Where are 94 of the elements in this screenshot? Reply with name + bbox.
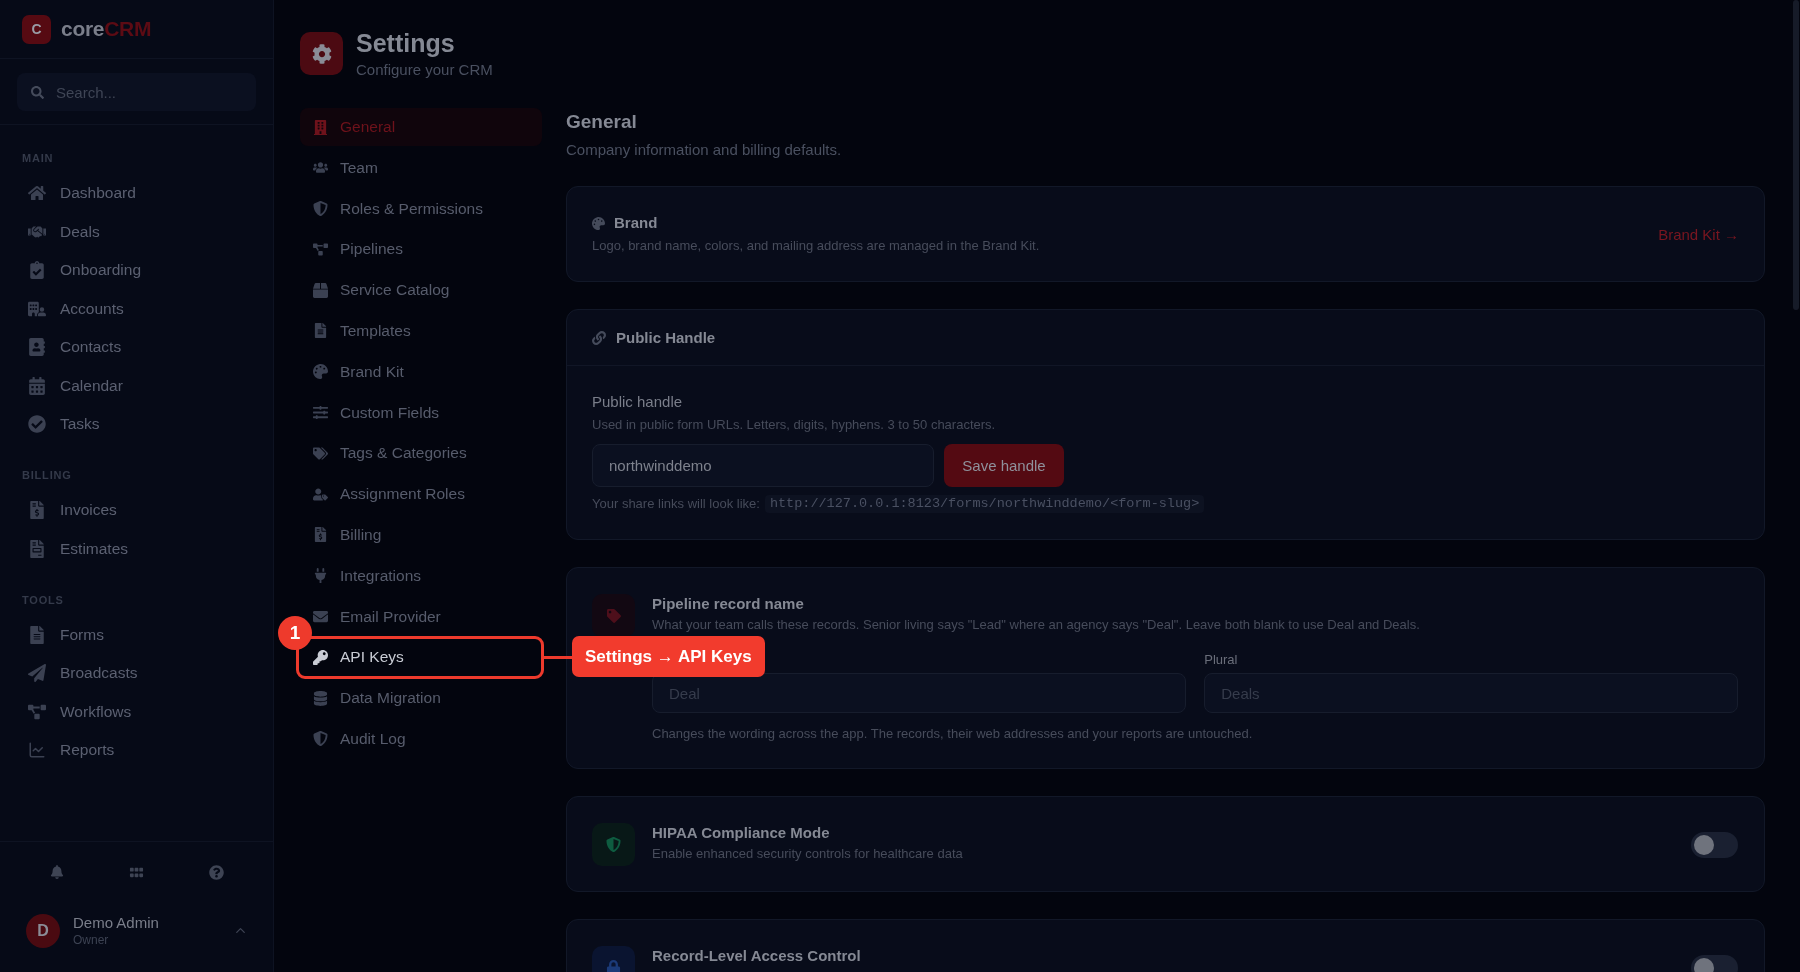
settings-nav-item[interactable]: Templates <box>313 321 411 341</box>
user-role: Owner <box>73 932 110 948</box>
sidebar-nav-item[interactable]: Invoices <box>28 500 117 521</box>
diagram-icon <box>313 241 328 257</box>
people-icon <box>313 160 328 176</box>
step-badge: 1 <box>278 616 312 651</box>
settings-nav-item[interactable]: Assignment Roles <box>313 484 465 505</box>
sidebar-nav-item[interactable]: Reports <box>28 740 115 761</box>
shield-icon <box>592 823 635 866</box>
settings-nav-item[interactable]: Pipelines <box>313 239 403 260</box>
card-title: Public Handle <box>616 327 716 348</box>
connector-line <box>544 655 572 659</box>
document-icon <box>28 539 46 558</box>
invoice-icon <box>313 527 328 543</box>
settings-nav-item[interactable]: Service Catalog <box>313 280 450 301</box>
card-description: What your team calls these records. Senior living says "Lead" where an agency says "Deal". Leave both blank to use Deal and Deals. <box>652 616 1421 634</box>
palette-icon <box>313 364 328 380</box>
building-icon <box>313 119 328 135</box>
sidebar-nav-item[interactable]: Dashboard <box>28 183 136 204</box>
palette-icon <box>592 216 605 230</box>
settings-nav-item[interactable]: Integrations <box>313 565 421 586</box>
card-description: Enable enhanced security controls for healthcare data <box>652 845 964 863</box>
link-icon <box>592 330 606 345</box>
plug-icon <box>313 568 328 584</box>
app-name: coreCRM <box>61 17 152 41</box>
field-note: Changes the wording across the app. The records, their web addresses and your reports are untouched. <box>652 725 1254 743</box>
page-subtitle: Configure your CRM <box>356 59 493 80</box>
settings-nav-item[interactable]: Email Provider <box>313 606 441 627</box>
brand-kit-link[interactable]: Brand Kit → <box>1658 225 1739 243</box>
sidebar-nav-item[interactable]: Contacts <box>28 337 122 358</box>
save-handle-button[interactable]: Save handle <box>944 443 1064 487</box>
card-description: Logo, brand name, colors, and mailing address are managed in the Brand Kit. <box>592 237 1041 255</box>
field-label: Plural <box>1204 651 1239 669</box>
card-title: HIPAA Compliance Mode <box>652 823 831 843</box>
settings-nav-item[interactable]: Custom Fields <box>313 402 440 423</box>
search-icon <box>31 86 44 99</box>
shield-icon <box>313 731 328 747</box>
gear-icon <box>300 32 343 75</box>
sidebar-nav-item[interactable]: Accounts <box>28 298 124 319</box>
sidebar-nav-item[interactable]: Onboarding <box>28 260 141 281</box>
settings-nav-item[interactable]: General <box>300 108 542 146</box>
user-avatar[interactable]: D <box>26 913 60 948</box>
settings-nav-item[interactable]: Tags & Categories <box>313 443 467 464</box>
url-preview: http://127.0.0.1:8123/forms/northwinddemo/<form-slug> <box>764 495 1205 513</box>
handle-input[interactable]: northwinddemo <box>592 443 934 487</box>
bell-icon[interactable] <box>49 865 64 879</box>
sidebar-nav-item[interactable]: Estimates <box>28 538 129 559</box>
help-icon[interactable] <box>208 864 224 880</box>
card-title: Pipeline record name <box>652 594 805 614</box>
document-icon <box>28 625 46 644</box>
sidebar-nav-item[interactable]: Calendar <box>28 375 123 396</box>
sidebar-nav-item[interactable]: Broadcasts <box>28 663 138 684</box>
paper-plane-icon <box>28 664 46 683</box>
database-icon <box>313 690 328 706</box>
toggle-switch[interactable] <box>1691 831 1738 858</box>
sidebar-nav-item[interactable]: Workflows <box>28 701 132 722</box>
settings-nav-item[interactable]: Roles & Permissions <box>313 198 483 219</box>
card-title: Record-Level Access Control <box>652 946 862 966</box>
field-label: Public handle <box>592 392 684 412</box>
preview-label: Your share links will look like: <box>592 495 760 513</box>
envelope-icon <box>313 609 328 625</box>
line-chart-icon <box>28 741 46 760</box>
invoice-icon <box>28 501 46 520</box>
settings-nav-item[interactable]: Data Migration <box>313 688 441 709</box>
scrollbar-thumb[interactable] <box>1793 0 1799 310</box>
box-icon <box>313 282 328 298</box>
tags-icon <box>313 445 328 461</box>
user-name: Demo Admin <box>73 913 160 932</box>
shield-icon <box>313 201 328 217</box>
sidebar-nav-item[interactable]: Deals <box>28 221 100 242</box>
diagram-icon <box>28 702 46 721</box>
settings-nav-item[interactable]: Team <box>313 157 378 178</box>
logo-mark: C <box>22 14 51 44</box>
section-subtitle: Company information and billing defaults. <box>566 140 843 160</box>
sidebar-nav-item[interactable]: Tasks <box>28 414 100 435</box>
building-person-icon <box>28 299 46 318</box>
card-title: Brand <box>614 213 658 233</box>
sidebar-nav-item[interactable]: Forms <box>28 624 104 645</box>
page-title: Settings <box>356 27 456 58</box>
settings-nav-item[interactable]: Brand Kit <box>313 361 404 382</box>
settings-nav-item[interactable]: Audit Log <box>313 728 406 749</box>
calendar-icon <box>28 376 46 395</box>
document-icon <box>313 323 328 339</box>
clipboard-check-icon <box>28 261 46 280</box>
person-tag-icon <box>313 486 328 502</box>
section-title: General <box>566 110 638 134</box>
tour-callout: Settings → API Keys <box>572 636 765 678</box>
sliders-icon <box>313 405 328 421</box>
key-icon <box>313 649 328 665</box>
home-icon <box>28 184 46 203</box>
tag-icon <box>592 594 635 637</box>
field-hint: Used in public form URLs. Letters, digits, hyphens. 3 to 50 characters. <box>592 416 997 434</box>
settings-nav-item[interactable]: Billing <box>313 524 382 545</box>
contact-card-icon <box>28 338 46 357</box>
